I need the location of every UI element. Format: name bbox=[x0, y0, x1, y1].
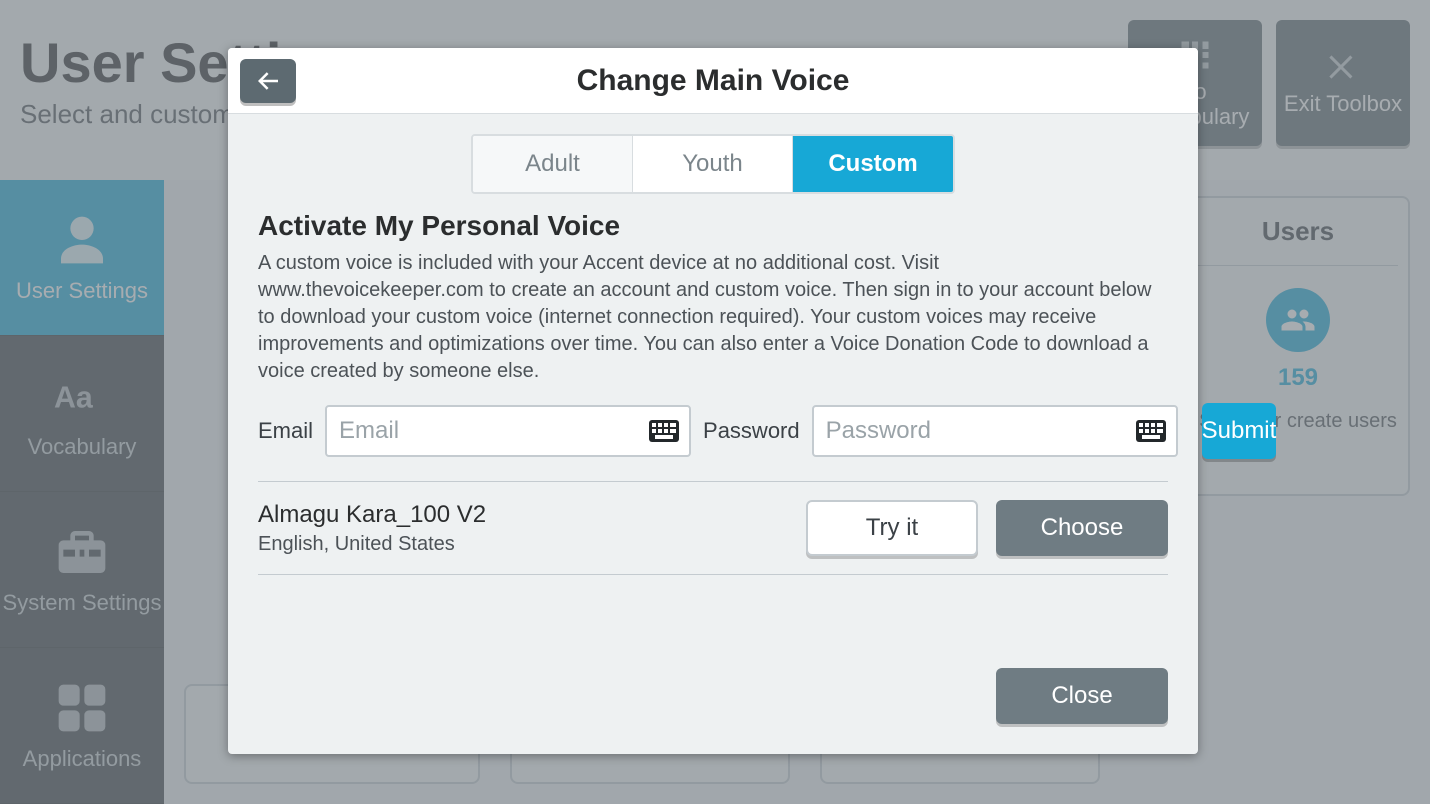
submit-button[interactable]: Submit bbox=[1202, 403, 1277, 459]
keyboard-icon[interactable] bbox=[1136, 420, 1166, 442]
choose-button[interactable]: Choose bbox=[996, 500, 1168, 556]
voice-row: Almagu Kara_100 V2 English, United State… bbox=[258, 482, 1168, 575]
section-description: A custom voice is included with your Acc… bbox=[258, 250, 1168, 385]
voice-info: Almagu Kara_100 V2 English, United State… bbox=[258, 501, 788, 556]
login-form-row: Email Password Submit bbox=[258, 403, 1168, 482]
voice-name: Almagu Kara_100 V2 bbox=[258, 501, 788, 529]
modal-header: Change Main Voice bbox=[228, 48, 1198, 114]
tab-youth[interactable]: Youth bbox=[633, 136, 793, 192]
voice-locale: English, United States bbox=[258, 533, 788, 556]
back-button[interactable] bbox=[240, 59, 296, 103]
password-field-wrapper[interactable] bbox=[812, 405, 1178, 457]
tab-custom[interactable]: Custom bbox=[793, 136, 953, 192]
keyboard-icon[interactable] bbox=[649, 420, 679, 442]
email-input[interactable] bbox=[339, 417, 649, 445]
tab-adult[interactable]: Adult bbox=[473, 136, 633, 192]
password-input[interactable] bbox=[826, 417, 1136, 445]
email-label: Email bbox=[258, 418, 313, 444]
voice-tab-row: Adult Youth Custom bbox=[228, 114, 1198, 204]
voice-tabs: Adult Youth Custom bbox=[471, 134, 955, 194]
email-field-wrapper[interactable] bbox=[325, 405, 691, 457]
modal-title: Change Main Voice bbox=[296, 64, 1186, 98]
arrow-left-icon bbox=[253, 66, 283, 96]
close-button[interactable]: Close bbox=[996, 668, 1168, 724]
activate-voice-section: Activate My Personal Voice A custom voic… bbox=[228, 204, 1198, 575]
section-title: Activate My Personal Voice bbox=[258, 210, 1168, 242]
change-main-voice-modal: Change Main Voice Adult Youth Custom Act… bbox=[228, 48, 1198, 754]
password-label: Password bbox=[703, 418, 800, 444]
try-it-button[interactable]: Try it bbox=[806, 500, 978, 556]
modal-footer: Close bbox=[228, 668, 1198, 754]
